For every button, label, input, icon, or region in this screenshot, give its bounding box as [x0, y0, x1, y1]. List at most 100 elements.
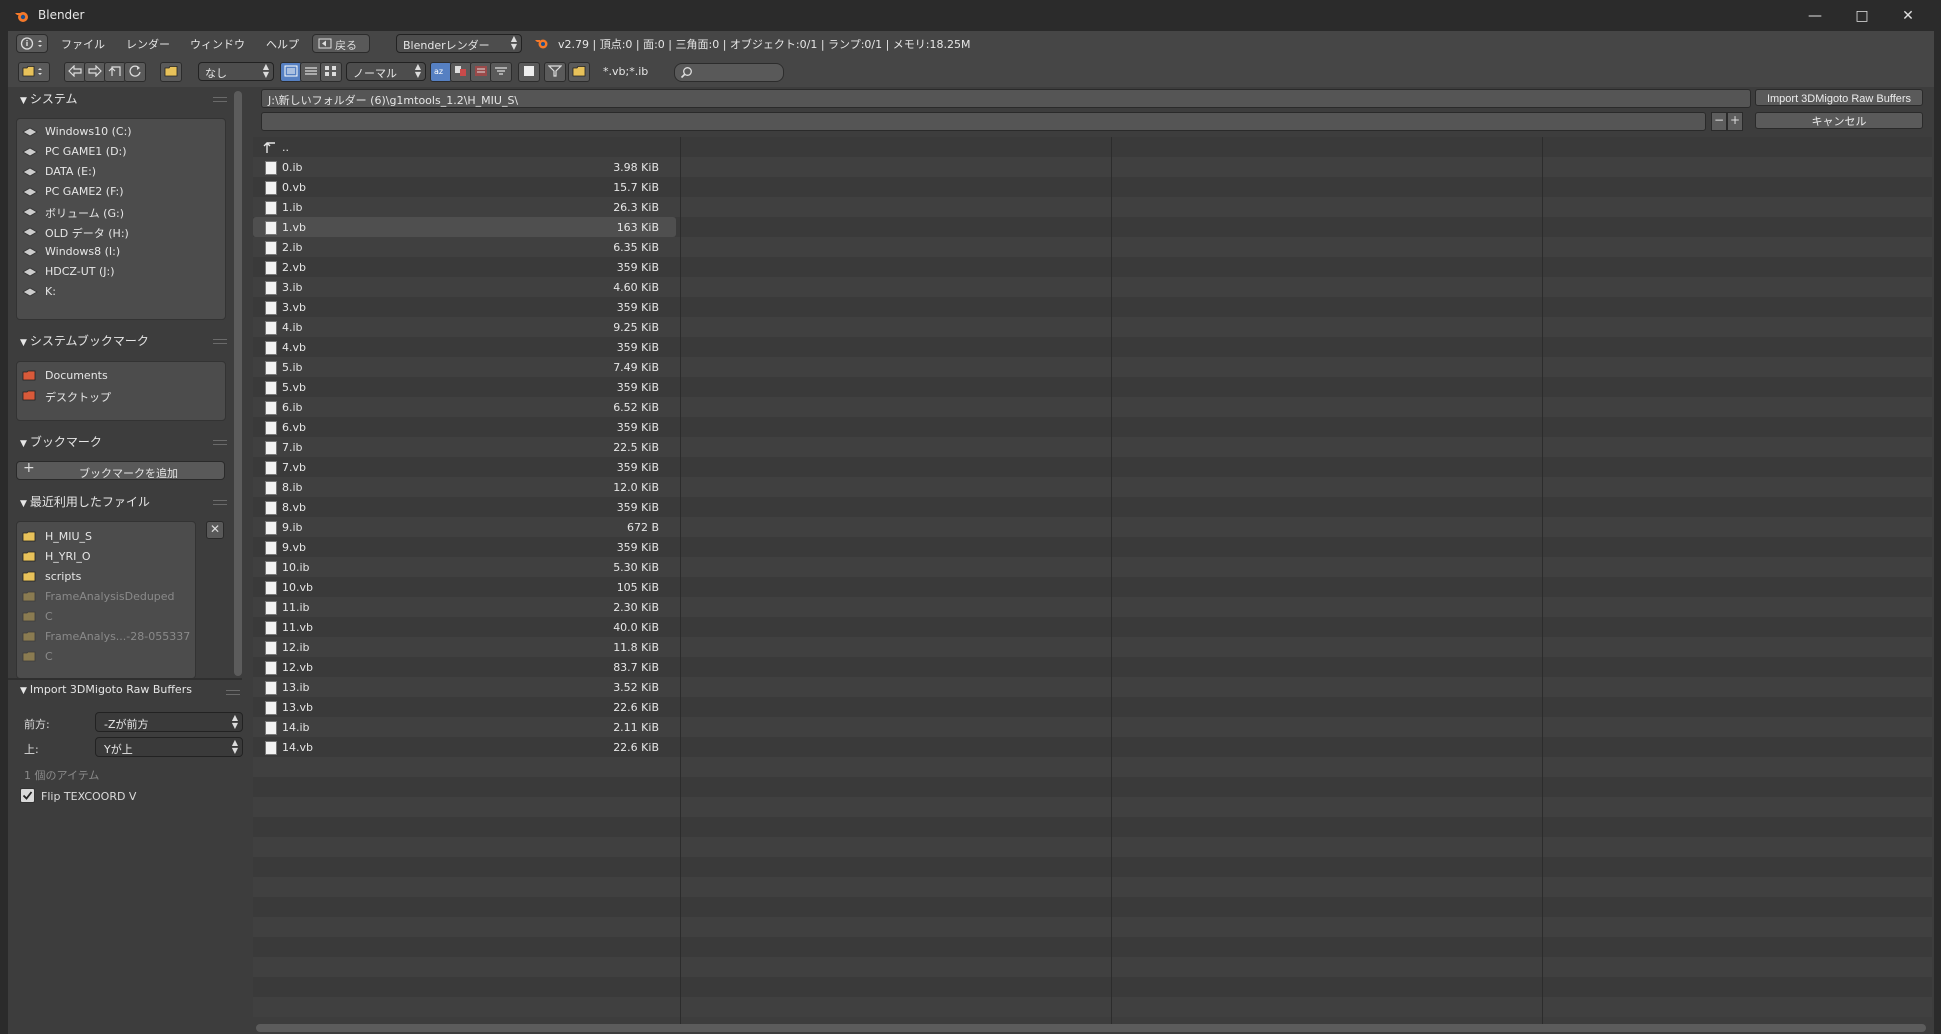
editor-type-button[interactable]: [16, 34, 48, 53]
operator-section-header[interactable]: ▼ Import 3DMigoto Raw Buffers: [20, 683, 192, 696]
drag-grip-icon[interactable]: [213, 97, 227, 102]
system-section-header[interactable]: ▼ システム: [20, 90, 78, 107]
forward-axis-select[interactable]: -Zが前方 ▲ ▼: [95, 712, 243, 732]
parent-directory-row[interactable]: ..: [253, 137, 676, 157]
drive-item-label[interactable]: HDCZ-UT (J:): [45, 265, 115, 278]
file-row[interactable]: 8.ib 12.0 KiB: [253, 477, 676, 497]
file-row[interactable]: 4.ib 9.25 KiB: [253, 317, 676, 337]
file-row[interactable]: 0.vb 15.7 KiB: [253, 177, 676, 197]
file-row[interactable]: 7.ib 22.5 KiB: [253, 437, 676, 457]
file-row[interactable]: 2.ib 6.35 KiB: [253, 237, 676, 257]
filter-folder-button[interactable]: [568, 62, 590, 82]
clear-recent-button[interactable]: ✕: [206, 521, 224, 539]
system-bookmark-item[interactable]: デスクトップ: [45, 389, 111, 405]
file-row[interactable]: 12.ib 11.8 KiB: [253, 637, 676, 657]
file-row[interactable]: 10.vb 105 KiB: [253, 577, 676, 597]
file-list-scrollbar[interactable]: [256, 1024, 1926, 1032]
file-row[interactable]: 1.ib 26.3 KiB: [253, 197, 676, 217]
display-short-list-button[interactable]: [280, 62, 302, 82]
sort-select[interactable]: なし ▲ ▼: [198, 62, 274, 81]
file-row[interactable]: 14.ib 2.11 KiB: [253, 717, 676, 737]
bookmarks-section-header[interactable]: ▼ ブックマーク: [20, 433, 102, 450]
minimize-button[interactable]: —: [1793, 4, 1837, 28]
new-folder-button[interactable]: [160, 62, 182, 82]
back-button[interactable]: 戻る: [312, 34, 370, 53]
recent-file-item[interactable]: FrameAnalys...-28-055337: [45, 630, 190, 643]
increment-filename-button[interactable]: +: [1727, 112, 1743, 131]
recent-file-item[interactable]: FrameAnalysisDeduped: [45, 590, 175, 603]
drag-grip-icon[interactable]: [213, 440, 227, 445]
file-row[interactable]: 0.ib 3.98 KiB: [253, 157, 676, 177]
recent-file-item[interactable]: scripts: [45, 570, 81, 583]
hide-dot-files-button[interactable]: [518, 62, 540, 82]
sort-time-button[interactable]: [470, 62, 492, 82]
parent-folder-button[interactable]: [104, 62, 126, 82]
add-bookmark-button[interactable]: + ブックマークを追加: [16, 460, 225, 480]
recent-file-item[interactable]: H_YRI_O: [45, 550, 91, 563]
file-row[interactable]: 6.ib 6.52 KiB: [253, 397, 676, 417]
cancel-button[interactable]: キャンセル: [1755, 112, 1923, 129]
drive-item-label[interactable]: PC GAME2 (F:): [45, 185, 124, 198]
render-engine-select[interactable]: Blenderレンダー ▲ ▼: [396, 34, 522, 53]
file-row[interactable]: 8.vb 359 KiB: [253, 497, 676, 517]
drag-grip-icon[interactable]: [213, 339, 227, 344]
file-row[interactable]: 3.vb 359 KiB: [253, 297, 676, 317]
menu-help[interactable]: ヘルプ: [266, 36, 299, 52]
editor-type-button[interactable]: [18, 62, 50, 82]
recent-file-item[interactable]: C: [45, 650, 53, 663]
close-window-button[interactable]: ✕: [1886, 4, 1930, 28]
display-thumbnails-button[interactable]: [320, 62, 342, 82]
drag-grip-icon[interactable]: [213, 500, 227, 505]
previous-folder-button[interactable]: [64, 62, 86, 82]
file-row[interactable]: 1.vb 163 KiB: [253, 217, 676, 237]
file-row[interactable]: 11.ib 2.30 KiB: [253, 597, 676, 617]
search-input[interactable]: [674, 63, 784, 82]
file-row[interactable]: 2.vb 359 KiB: [253, 257, 676, 277]
drive-item-label[interactable]: Windows8 (I:): [45, 245, 120, 258]
drag-grip-icon[interactable]: [226, 690, 240, 695]
file-row[interactable]: 10.ib 5.30 KiB: [253, 557, 676, 577]
file-row[interactable]: 7.vb 359 KiB: [253, 457, 676, 477]
drive-item-label[interactable]: K:: [45, 285, 56, 298]
menu-render[interactable]: レンダー: [126, 36, 170, 52]
sort-alpha-button[interactable]: az: [430, 62, 452, 82]
system-bookmarks-section-header[interactable]: ▼ システムブックマーク: [20, 332, 149, 349]
sort-size-button[interactable]: [490, 62, 512, 82]
file-row[interactable]: 9.ib 672 B: [253, 517, 676, 537]
drive-item-label[interactable]: PC GAME1 (D:): [45, 145, 127, 158]
import-execute-button[interactable]: Import 3DMigoto Raw Buffers: [1755, 89, 1923, 106]
display-size-select[interactable]: ノーマル ▲ ▼: [346, 62, 426, 81]
refresh-button[interactable]: [124, 62, 146, 82]
up-axis-select[interactable]: Yが上 ▲ ▼: [95, 737, 243, 757]
drive-item-label[interactable]: ボリューム (G:): [45, 205, 124, 221]
directory-path-input[interactable]: J:\新しいフォルダー (6)\g1mtools_1.2\H_MIU_S\: [261, 89, 1751, 108]
sort-extension-button[interactable]: [450, 62, 472, 82]
file-row[interactable]: 13.vb 22.6 KiB: [253, 697, 676, 717]
filter-glob-text[interactable]: *.vb;*.ib: [603, 65, 648, 78]
drive-item-label[interactable]: OLD データ (H:): [45, 225, 129, 241]
file-row[interactable]: 9.vb 359 KiB: [253, 537, 676, 557]
menu-window[interactable]: ウィンドウ: [190, 36, 245, 52]
decrement-filename-button[interactable]: −: [1711, 112, 1727, 131]
file-row[interactable]: 6.vb 359 KiB: [253, 417, 676, 437]
drive-item-label[interactable]: DATA (E:): [45, 165, 96, 178]
filter-toggle-button[interactable]: [544, 62, 566, 82]
recent-file-item[interactable]: H_MIU_S: [45, 530, 92, 543]
file-row[interactable]: 5.vb 359 KiB: [253, 377, 676, 397]
file-row[interactable]: 4.vb 359 KiB: [253, 337, 676, 357]
sidebar-scrollbar[interactable]: [234, 91, 242, 676]
file-row[interactable]: 5.ib 7.49 KiB: [253, 357, 676, 377]
recent-section-header[interactable]: ▼ 最近利用したファイル: [20, 493, 150, 510]
file-row[interactable]: 12.vb 83.7 KiB: [253, 657, 676, 677]
recent-file-item[interactable]: C: [45, 610, 53, 623]
flip-texcoord-checkbox[interactable]: [20, 788, 35, 803]
file-row[interactable]: 11.vb 40.0 KiB: [253, 617, 676, 637]
filename-input[interactable]: [261, 112, 1706, 131]
file-row[interactable]: 13.ib 3.52 KiB: [253, 677, 676, 697]
maximize-button[interactable]: □: [1840, 4, 1884, 28]
drive-item-label[interactable]: Windows10 (C:): [45, 125, 132, 138]
system-bookmark-item[interactable]: Documents: [45, 369, 108, 382]
menu-file[interactable]: ファイル: [61, 36, 105, 52]
file-row[interactable]: 14.vb 22.6 KiB: [253, 737, 676, 757]
display-long-list-button[interactable]: [300, 62, 322, 82]
